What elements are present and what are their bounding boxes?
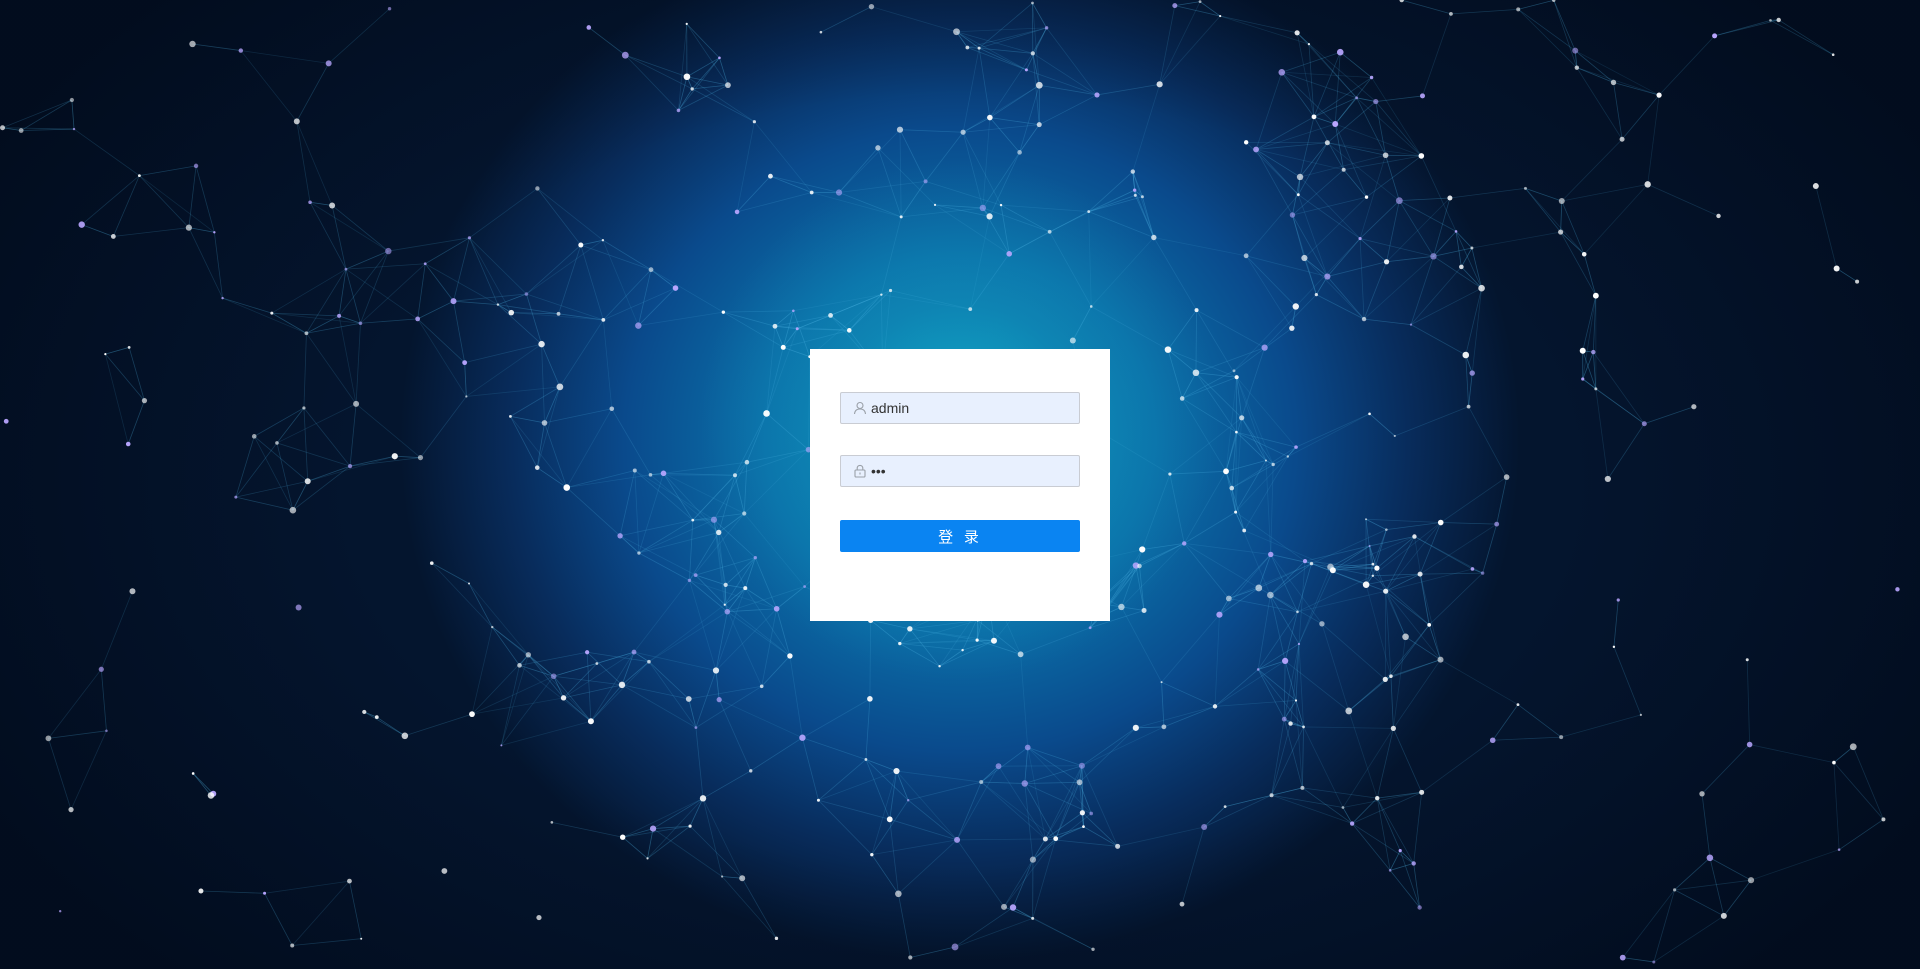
login-button[interactable]: 登 录 [840, 520, 1080, 552]
user-icon [853, 401, 867, 415]
password-input[interactable] [871, 456, 1071, 486]
lock-icon [853, 464, 867, 478]
username-input[interactable] [871, 393, 1071, 423]
login-card: 登 录 [810, 349, 1110, 621]
username-field[interactable] [840, 392, 1080, 424]
password-field[interactable] [840, 455, 1080, 487]
